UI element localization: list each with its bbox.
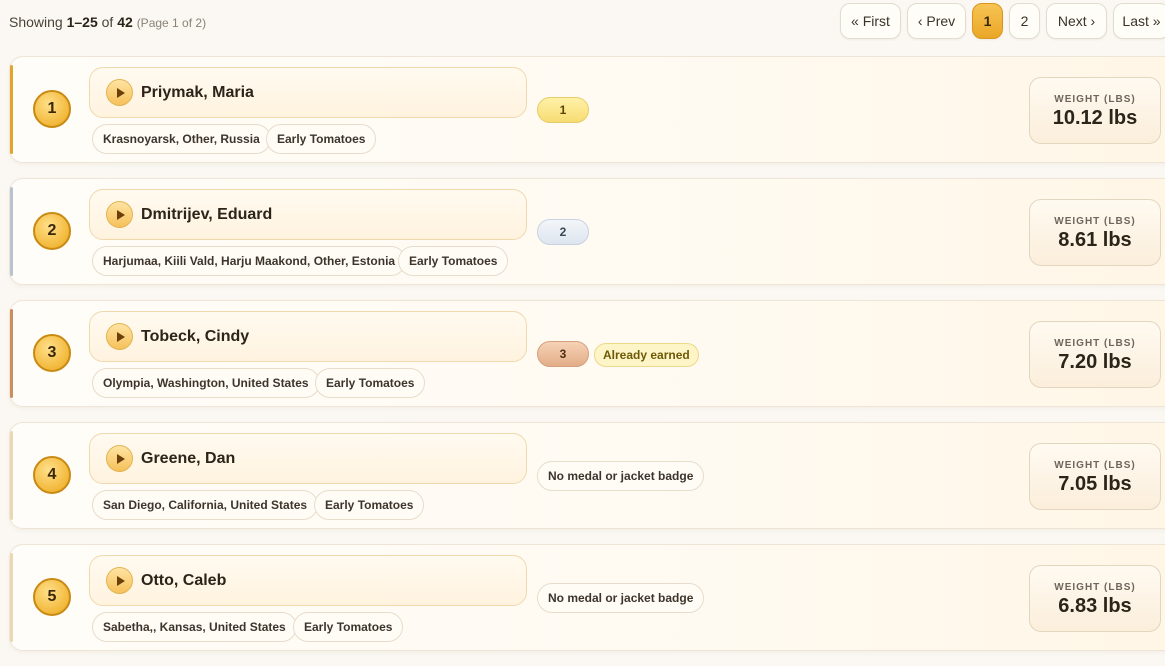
prev-page-button[interactable]: ‹ Prev bbox=[907, 3, 966, 39]
result-card: 4 Greene, Dan San Diego, California, Uni… bbox=[9, 422, 1165, 529]
play-icon[interactable] bbox=[106, 323, 133, 350]
weight-label: WEIGHT (LBS) bbox=[1054, 216, 1136, 227]
play-icon[interactable] bbox=[106, 201, 133, 228]
summary-range: 1–25 bbox=[66, 14, 98, 30]
entrant-name: Priymak, Maria bbox=[141, 84, 254, 101]
play-icon[interactable] bbox=[106, 567, 133, 594]
entrant-name-box[interactable]: Otto, Caleb bbox=[89, 555, 527, 606]
entrant-name-box[interactable]: Greene, Dan bbox=[89, 433, 527, 484]
weight-box: WEIGHT (LBS) 10.12 lbs bbox=[1029, 77, 1161, 144]
category-chip: Early Tomatoes bbox=[266, 124, 377, 154]
entrant-name: Dmitrijev, Eduard bbox=[141, 206, 273, 223]
entrant-name: Tobeck, Cindy bbox=[141, 328, 250, 345]
no-medal-badge: No medal or jacket badge bbox=[537, 583, 705, 613]
location-chip: Sabetha,, Kansas, United States bbox=[92, 612, 297, 642]
no-medal-badge: No medal or jacket badge bbox=[537, 461, 705, 491]
first-page-button[interactable]: « First bbox=[840, 3, 901, 39]
weight-value: 10.12 lbs bbox=[1052, 107, 1138, 129]
play-icon[interactable] bbox=[106, 79, 133, 106]
summary-page: (Page 1 of 2) bbox=[136, 16, 207, 30]
category-chip: Early Tomatoes bbox=[314, 490, 425, 520]
rank-medal: 4 bbox=[33, 456, 71, 494]
entrant-name-box[interactable]: Tobeck, Cindy bbox=[89, 311, 527, 362]
page-1-button[interactable]: 1 bbox=[972, 3, 1003, 39]
summary-total: 42 bbox=[117, 14, 133, 30]
location-chip: Olympia, Washington, United States bbox=[92, 368, 320, 398]
rank-stripe bbox=[10, 187, 13, 276]
location-chip: Harjumaa, Kiili Vald, Harju Maakond, Oth… bbox=[92, 246, 407, 276]
weight-label: WEIGHT (LBS) bbox=[1054, 338, 1136, 349]
rank-medal: 2 bbox=[33, 212, 71, 250]
weight-box: WEIGHT (LBS) 7.05 lbs bbox=[1029, 443, 1161, 510]
results-summary: Showing 1–25 of 42 (Page 1 of 2) bbox=[9, 14, 206, 30]
rank-medal: 5 bbox=[33, 578, 71, 616]
results-header: Showing 1–25 of 42 (Page 1 of 2) « First… bbox=[0, 0, 1165, 46]
entrant-name-box[interactable]: Dmitrijev, Eduard bbox=[89, 189, 527, 240]
rank-stripe bbox=[10, 309, 13, 398]
result-card: 3 Tobeck, Cindy Olympia, Washington, Uni… bbox=[9, 300, 1165, 407]
entrant-name: Otto, Caleb bbox=[141, 572, 227, 589]
entrant-name-box[interactable]: Priymak, Maria bbox=[89, 67, 527, 118]
weight-box: WEIGHT (LBS) 7.20 lbs bbox=[1029, 321, 1161, 388]
result-card: 5 Otto, Caleb Sabetha,, Kansas, United S… bbox=[9, 544, 1165, 651]
weight-box: WEIGHT (LBS) 8.61 lbs bbox=[1029, 199, 1161, 266]
rank-stripe bbox=[10, 65, 13, 154]
result-card: 1 Priymak, Maria Krasnoyarsk, Other, Rus… bbox=[9, 56, 1165, 163]
weight-value: 7.20 lbs bbox=[1058, 351, 1132, 373]
category-chip: Early Tomatoes bbox=[293, 612, 404, 642]
already-earned-badge: Already earned bbox=[594, 343, 699, 367]
weight-value: 8.61 lbs bbox=[1058, 229, 1132, 251]
summary-prefix: Showing bbox=[9, 14, 67, 30]
category-chip: Early Tomatoes bbox=[398, 246, 509, 276]
location-chip: Krasnoyarsk, Other, Russia bbox=[92, 124, 271, 154]
category-chip: Early Tomatoes bbox=[315, 368, 426, 398]
weight-value: 6.83 lbs bbox=[1058, 595, 1132, 617]
rank-medal: 3 bbox=[33, 334, 71, 372]
play-icon[interactable] bbox=[106, 445, 133, 472]
rank-medal: 1 bbox=[33, 90, 71, 128]
weight-label: WEIGHT (LBS) bbox=[1054, 460, 1136, 471]
rank-stripe bbox=[10, 553, 13, 642]
place-badge-gold: 1 bbox=[537, 97, 589, 123]
weight-label: WEIGHT (LBS) bbox=[1054, 582, 1136, 593]
weight-box: WEIGHT (LBS) 6.83 lbs bbox=[1029, 565, 1161, 632]
next-page-button[interactable]: Next › bbox=[1046, 3, 1107, 39]
entrant-name: Greene, Dan bbox=[141, 450, 236, 467]
place-badge-bronze: 3 bbox=[537, 341, 589, 367]
last-page-button[interactable]: Last » bbox=[1113, 3, 1165, 39]
page-2-button[interactable]: 2 bbox=[1009, 3, 1040, 39]
result-card: 2 Dmitrijev, Eduard Harjumaa, Kiili Vald… bbox=[9, 178, 1165, 285]
weight-value: 7.05 lbs bbox=[1058, 473, 1132, 495]
weight-label: WEIGHT (LBS) bbox=[1054, 94, 1136, 105]
summary-of: of bbox=[97, 14, 118, 30]
location-chip: San Diego, California, United States bbox=[92, 490, 319, 520]
place-badge-silver: 2 bbox=[537, 219, 589, 245]
rank-stripe bbox=[10, 431, 13, 520]
